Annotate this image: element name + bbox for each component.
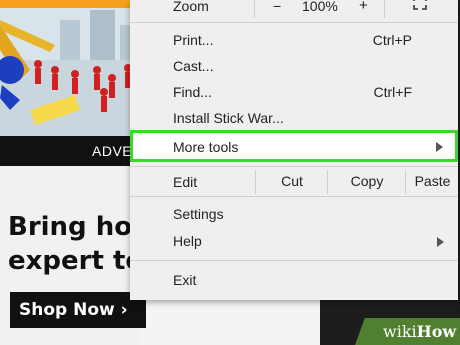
game-banner-image[interactable] xyxy=(0,0,140,136)
browser-menu: Zoom − 100% + Print... Ctrl+P Cast... Fi… xyxy=(130,0,458,300)
menu-divider xyxy=(130,166,458,167)
advertisement-bar: ADVE xyxy=(0,136,140,166)
divider xyxy=(384,0,385,18)
fullscreen-icon[interactable] xyxy=(413,0,427,10)
menu-item-label: Install Stick War... xyxy=(173,110,284,126)
copy-button[interactable]: Copy xyxy=(327,170,406,194)
stick-war-artwork xyxy=(0,0,140,136)
paste-button[interactable]: Paste xyxy=(405,170,459,194)
zoom-row: Zoom − 100% + xyxy=(130,0,458,20)
menu-item-label: Cast... xyxy=(173,58,214,74)
menu-item-find[interactable]: Find... Ctrl+F xyxy=(130,80,458,106)
edit-row: Edit Cut Copy Paste xyxy=(130,170,458,196)
submenu-arrow-icon xyxy=(437,237,444,247)
zoom-out-button[interactable]: − xyxy=(273,0,281,14)
menu-item-label: Settings xyxy=(173,206,224,222)
menu-item-label: More tools xyxy=(173,139,239,155)
watermark-how: How xyxy=(416,322,457,341)
advertisement-label: ADVE xyxy=(92,143,133,159)
submenu-arrow-icon xyxy=(436,142,443,152)
zoom-in-button[interactable]: + xyxy=(359,0,368,14)
menu-item-help[interactable]: Help xyxy=(130,229,458,255)
menu-item-label: Help xyxy=(173,233,202,249)
promo-headline-line-1: Bring ho xyxy=(8,212,133,242)
menu-item-install-stick-war[interactable]: Install Stick War... xyxy=(130,106,458,132)
menu-item-cast[interactable]: Cast... xyxy=(130,54,458,80)
menu-item-label: Print... xyxy=(173,32,214,48)
watermark-wiki: wiki xyxy=(383,322,417,341)
menu-divider xyxy=(130,260,458,261)
menu-item-shortcut: Ctrl+F xyxy=(373,84,413,100)
menu-item-print[interactable]: Print... Ctrl+P xyxy=(130,28,458,54)
menu-item-shortcut: Ctrl+P xyxy=(372,32,412,48)
menu-divider xyxy=(130,22,458,23)
chevron-right-icon: › xyxy=(120,300,128,320)
promo-section: Bring ho expert to Shop Now › xyxy=(0,166,146,345)
divider xyxy=(254,0,255,18)
menu-divider xyxy=(130,196,458,197)
shop-now-button[interactable]: Shop Now › xyxy=(10,292,146,328)
cut-button[interactable]: Cut xyxy=(255,170,328,194)
menu-item-label: Exit xyxy=(173,272,197,288)
shop-now-label: Shop Now xyxy=(19,300,115,320)
menu-item-settings[interactable]: Settings xyxy=(130,202,458,228)
menu-item-label: Find... xyxy=(173,84,212,100)
wikihow-watermark: wikiHow xyxy=(383,322,456,341)
edit-label: Edit xyxy=(173,174,198,190)
zoom-level: 100% xyxy=(302,0,338,14)
zoom-label: Zoom xyxy=(173,0,209,14)
menu-item-exit[interactable]: Exit xyxy=(130,268,458,294)
menu-item-more-tools[interactable]: More tools xyxy=(130,130,458,162)
promo-headline-line-2: expert to xyxy=(8,246,144,276)
